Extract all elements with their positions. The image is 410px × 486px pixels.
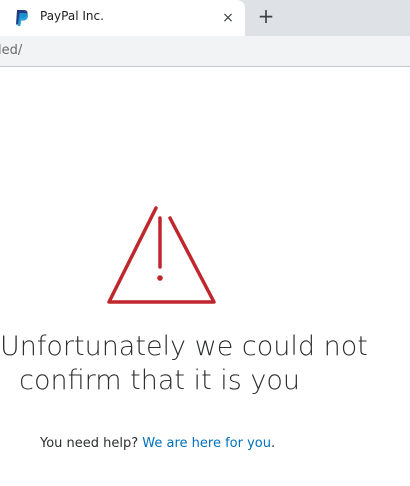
page-title: Unfortunately we could not confirm that … [0,330,368,398]
warning-triangle-icon [107,206,216,304]
tab-strip: PayPal Inc. × + [0,0,410,36]
new-tab-button[interactable]: + [254,4,278,28]
paypal-logo-icon [16,10,29,26]
url-text[interactable]: led/ [0,36,22,66]
help-prefix: You need help? [40,436,143,451]
help-suffix: . [271,436,276,451]
headline-line-1: Unfortunately we could not [0,331,368,362]
tab-close-icon[interactable]: × [218,8,238,28]
help-text: You need help? We are here for you. [40,436,275,451]
headline-line-2: confirm that it is you [19,365,300,396]
address-bar[interactable]: led/ [0,36,410,67]
page-content: Unfortunately we could not confirm that … [0,68,410,486]
help-link[interactable]: We are here for you [142,436,271,451]
browser-tab[interactable]: PayPal Inc. × [0,0,245,36]
tab-title: PayPal Inc. [40,9,104,23]
